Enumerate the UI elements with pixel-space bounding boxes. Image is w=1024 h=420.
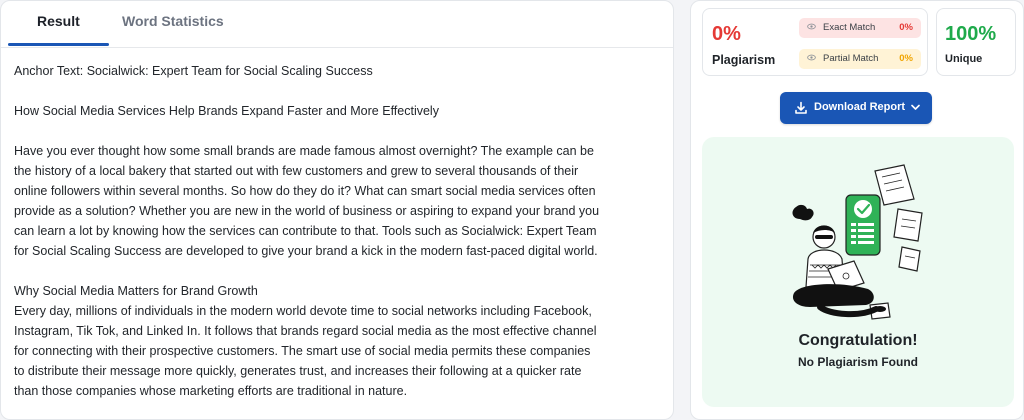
active-tab-indicator [8,43,109,46]
plagiarism-card: 0% Plagiarism Exact Match 0% Partial Mat… [702,8,928,76]
eye-icon [807,54,816,61]
section-heading: Why Social Media Matters for Brand Growt… [14,284,258,298]
tab-result[interactable]: Result [37,13,80,29]
result-summary-box: Congratulation! No Plagiarism Found [702,137,1014,407]
article-title: How Social Media Services Help Brands Ex… [14,104,439,118]
plagiarism-label: Plagiarism [712,53,776,67]
partial-match-value: 0% [899,53,913,64]
text-line: Have you ever thought how some small bra… [14,144,594,158]
unique-card: 100% Unique [936,8,1016,76]
text-line: Every day, millions of individuals in th… [14,304,592,318]
text-line: the history of a local bakery that start… [14,164,579,178]
congratulation-title: Congratulation! [798,332,918,349]
partial-match-label: Partial Match [823,53,879,64]
plagiarism-percent: 0% [712,23,741,45]
exact-match-badge: Exact Match 0% [799,18,921,38]
unique-percent: 100% [945,23,997,45]
text-line: than those companies whose marketing eff… [14,384,408,398]
chevron-down-icon [911,104,920,110]
text-line: Instagram, Tik Tok, and Linked In. It fo… [14,324,597,338]
exact-match-label: Exact Match [823,22,876,33]
partial-match-badge: Partial Match 0% [799,49,921,69]
download-report-button[interactable]: Download Report [780,92,932,124]
checked-text: Anchor Text: Socialwick: Expert Team for… [14,61,662,401]
no-plagiarism-message: No Plagiarism Found [797,355,918,369]
text-line: can learn a lot by knowing how the servi… [14,224,597,238]
text-line: to distribute their message more quickly… [14,364,582,378]
anchor-text-line: Anchor Text: Socialwick: Expert Team for… [14,64,373,78]
unique-label: Unique [945,53,983,65]
tab-word-statistics[interactable]: Word Statistics [122,13,224,29]
text-line: online followers within several months. … [14,184,596,198]
eye-icon [807,23,816,30]
result-panel: Result Word Statistics Anchor Text: Soci… [0,0,674,420]
download-icon [795,101,807,114]
download-report-label: Download Report [814,101,906,113]
text-line: for Social Scaling Success are developed… [14,244,598,258]
text-line: provide as a solution? Whether you are n… [14,204,600,218]
tab-bar: Result Word Statistics [1,1,673,48]
success-illustration [792,164,923,320]
exact-match-value: 0% [899,22,913,33]
text-line: for connecting with their prospective cu… [14,344,591,358]
